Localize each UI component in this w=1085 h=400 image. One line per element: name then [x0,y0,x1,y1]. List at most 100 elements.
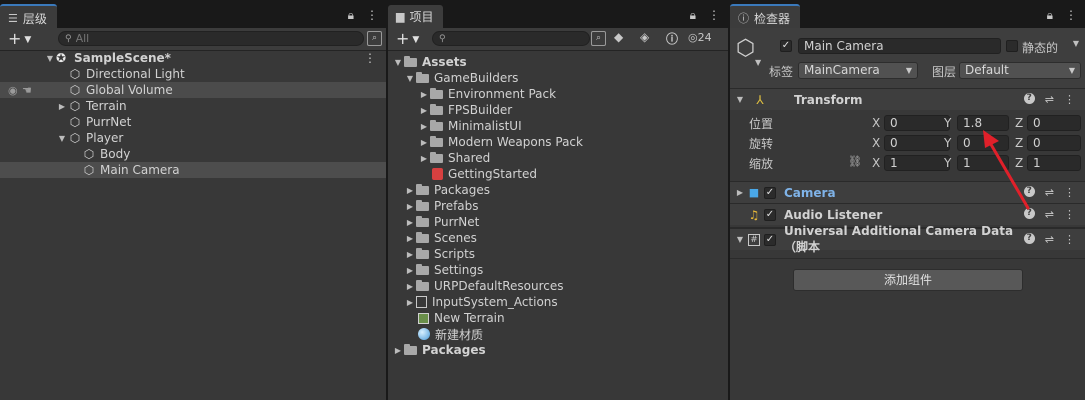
filter-by-label-icon[interactable]: ◈ [640,30,649,44]
project-folder-assets[interactable]: ▼ Assets [388,54,728,70]
transform-header[interactable]: ▼ ⅄ Transform ? ⇌ ⋮ [730,88,1085,110]
object-name-field[interactable]: Main Camera [798,38,1001,54]
expand-arrow-icon[interactable]: ▼ [404,74,416,83]
active-checkbox[interactable]: ✓ [780,40,792,52]
more-icon[interactable]: ⋮ [1065,8,1077,23]
expand-arrow-icon[interactable]: ▶ [418,154,430,163]
scale-x-field[interactable]: 1 [884,155,950,171]
expand-arrow-icon[interactable]: ▶ [404,202,416,211]
more-icon[interactable]: ⋮ [1064,208,1075,221]
icon-dropdown-arrow[interactable]: ▼ [755,58,761,67]
preset-sliders-icon[interactable]: ⇌ [1045,93,1054,106]
project-folder-shared[interactable]: ▶ Shared [388,150,728,166]
audio-listener-header[interactable]: ♫ ✓ Audio Listener ? ⇌ ⋮ [730,203,1085,225]
expand-arrow-icon[interactable]: ▶ [418,106,430,115]
help-icon[interactable]: ? [1023,186,1035,197]
project-item-inputsystem-actions[interactable]: ▶ InputSystem_Actions [388,294,728,310]
hierarchy-search[interactable]: ⚲ [58,31,364,46]
expand-arrow-icon[interactable]: ▶ [56,102,68,111]
scene-row[interactable]: ▼ ✪ SampleScene* ⋮ [0,50,386,66]
rotation-z-field[interactable]: 0 [1027,135,1081,151]
expand-arrow-icon[interactable]: ▶ [404,250,416,259]
project-folder-packages[interactable]: ▶ Packages [388,342,728,358]
project-search[interactable]: ⚲ [432,31,590,46]
hierarchy-item-directional-light[interactable]: ⬡ Directional Light [0,66,386,82]
universal-camera-data-enabled-checkbox[interactable]: ✓ [764,233,776,246]
hierarchy-item-body[interactable]: ⬡ Body [0,146,386,162]
project-folder-prefabs[interactable]: ▶ Prefabs [388,198,728,214]
expand-arrow-icon[interactable]: ▶ [404,218,416,227]
project-folder-scripts[interactable]: ▶ Scripts [388,246,728,262]
hierarchy-item-terrain[interactable]: ▶ ⬡ Terrain [0,98,386,114]
position-x-field[interactable]: 0 [884,115,950,131]
pickable-hand-icon[interactable]: ☚ [22,84,36,97]
preset-sliders-icon[interactable]: ⇌ [1045,233,1054,246]
more-icon[interactable]: ⋮ [708,8,720,23]
preset-sliders-icon[interactable]: ⇌ [1045,208,1054,221]
more-icon[interactable]: ⋮ [1064,93,1075,106]
project-folder-gamebuilders[interactable]: ▼ GameBuilders [388,70,728,86]
preset-sliders-icon[interactable]: ⇌ [1045,186,1054,199]
expand-arrow-icon[interactable]: ▶ [418,90,430,99]
project-folder-scenes[interactable]: ▶ Scenes [388,230,728,246]
audio-listener-enabled-checkbox[interactable]: ✓ [764,208,776,221]
lock-icon[interactable]: 🔒︎ [690,8,696,23]
expand-arrow-icon[interactable]: ▼ [734,95,746,104]
project-folder-purrnet[interactable]: ▶ PurrNet [388,214,728,230]
create-asset-dropdown-button[interactable]: + ▼ [396,29,419,48]
universal-camera-data-header[interactable]: ▼ # ✓ Universal Additional Camera Data（脚… [730,224,1085,254]
search-filter-icon[interactable]: ⌕ [591,31,606,46]
expand-arrow-icon[interactable]: ▼ [56,134,68,143]
expand-arrow-icon[interactable]: ▶ [404,234,416,243]
help-icon[interactable]: ? [1023,93,1035,104]
help-icon[interactable]: ? [1023,208,1035,219]
hierarchy-item-main-camera[interactable]: ⬡ Main Camera [0,162,386,178]
lock-icon[interactable]: 🔒︎ [348,8,354,23]
create-dropdown-button[interactable]: + ▼ [8,29,31,48]
visibility-eye-icon[interactable]: ◉ [8,84,22,97]
help-icon[interactable]: ? [1023,233,1035,244]
rotation-x-field[interactable]: 0 [884,135,950,151]
static-dropdown-arrow[interactable]: ▼ [1073,39,1079,48]
tab-project[interactable]: ▆ 项目 [388,5,444,28]
expand-arrow-icon[interactable]: ▶ [404,282,416,291]
camera-component-header[interactable]: ▶ ■ ✓ Camera ? ⇌ ⋮ [730,181,1085,203]
layer-dropdown[interactable]: Default ▼ [959,62,1081,79]
project-item-new-terrain[interactable]: New Terrain [388,310,728,326]
filter-by-type-icon[interactable]: ◆ [614,30,623,44]
add-component-button[interactable]: 添加组件 [793,269,1023,291]
constrain-proportions-link-icon[interactable]: ⛓ [848,155,862,168]
expand-arrow-icon[interactable]: ▼ [392,58,404,67]
tab-hierarchy[interactable]: ☰ 层级 [0,4,57,30]
hierarchy-item-purrnet[interactable]: ⬡ PurrNet [0,114,386,130]
expand-arrow-icon[interactable]: ▼ [44,54,56,63]
more-icon[interactable]: ⋮ [366,8,378,23]
tab-inspector[interactable]: ⓘ 检查器 [730,4,801,30]
search-filter-icon[interactable]: ⌕ [367,31,382,46]
scale-y-field[interactable]: 1 [957,155,1009,171]
hierarchy-search-input[interactable] [75,32,196,45]
project-folder-settings[interactable]: ▶ Settings [388,262,728,278]
project-folder-minimalistui[interactable]: ▶ MinimalistUI [388,118,728,134]
hierarchy-item-player[interactable]: ▼ ⬡ Player [0,130,386,146]
more-icon[interactable]: ⋮ [1064,186,1075,199]
expand-arrow-icon[interactable]: ▼ [734,235,746,244]
rotation-y-field[interactable]: 0 [957,135,1009,151]
position-y-field[interactable]: 1.8 [957,115,1009,131]
error-toggle-icon[interactable]: ⓘ [666,30,678,47]
hidden-packages-toggle[interactable]: ◎24 [688,31,712,44]
static-checkbox[interactable] [1006,40,1018,52]
expand-arrow-icon[interactable]: ▶ [404,266,416,275]
project-folder-packages-inner[interactable]: ▶ Packages [388,182,728,198]
expand-arrow-icon[interactable]: ▶ [404,186,416,195]
more-icon[interactable]: ⋮ [1064,233,1075,246]
project-item-new-material[interactable]: 新建材质 [388,326,728,342]
position-z-field[interactable]: 0 [1027,115,1081,131]
lock-icon[interactable]: 🔒︎ [1047,8,1053,23]
scale-z-field[interactable]: 1 [1027,155,1081,171]
camera-enabled-checkbox[interactable]: ✓ [764,186,776,199]
project-folder-modern-weapons-pack[interactable]: ▶ Modern Weapons Pack [388,134,728,150]
expand-arrow-icon[interactable]: ▶ [418,122,430,131]
expand-arrow-icon[interactable]: ▶ [404,298,416,307]
tag-dropdown[interactable]: MainCamera ▼ [798,62,918,79]
